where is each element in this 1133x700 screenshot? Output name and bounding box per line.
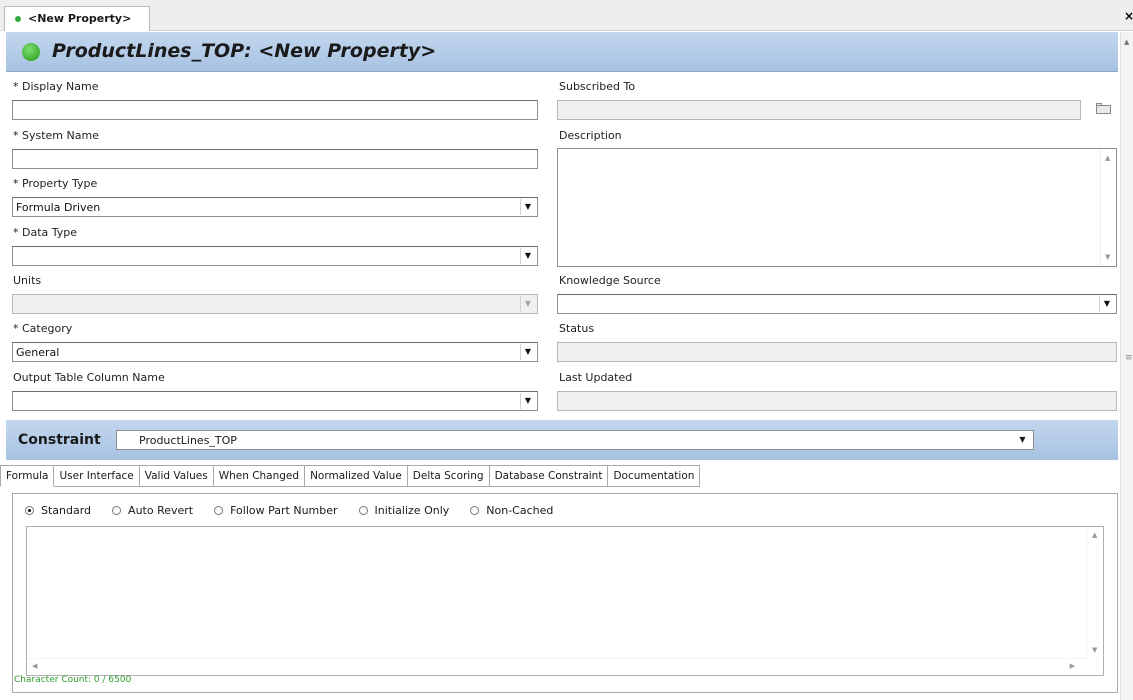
data-type-label: * Data Type <box>13 226 78 239</box>
data-type-dropdown[interactable]: ▼ <box>12 246 538 266</box>
formula-editor[interactable]: ▲ ▼ ◀ ▶ <box>26 526 1104 676</box>
subscribed-to-field <box>557 100 1081 120</box>
page-header: ProductLines_TOP: <New Property> <box>6 32 1118 72</box>
last-updated-field <box>557 391 1117 411</box>
constraint-dropdown[interactable]: ProductLines_TOP ▼ <box>116 430 1034 450</box>
radio-non-cached-label: Non-Cached <box>486 504 554 517</box>
property-type-value: Formula Driven <box>16 201 101 214</box>
formula-mode-group: Standard Auto Revert Follow Part Number … <box>25 504 574 517</box>
formula-panel: Standard Auto Revert Follow Part Number … <box>12 493 1118 693</box>
scroll-grip-icon[interactable]: ≡ <box>1125 354 1133 363</box>
radio-unselected-icon[interactable] <box>358 506 368 515</box>
status-indicator-icon <box>22 43 40 61</box>
property-tabs: Formula User Interface Valid Values When… <box>0 465 701 487</box>
radio-initialize-only[interactable]: Initialize Only <box>358 504 450 517</box>
tab-formula[interactable]: Formula <box>0 465 55 487</box>
scroll-right-icon[interactable]: ▶ <box>1070 662 1075 670</box>
page-scrollbar[interactable]: ▲ ≡ <box>1120 32 1133 700</box>
radio-standard-label: Standard <box>41 504 92 517</box>
scroll-down-icon[interactable]: ▼ <box>1092 646 1097 654</box>
radio-auto-revert[interactable]: Auto Revert <box>112 504 193 517</box>
description-label: Description <box>559 129 622 142</box>
status-field <box>557 342 1117 362</box>
tab-user-interface[interactable]: User Interface <box>54 465 140 487</box>
radio-non-cached[interactable]: Non-Cached <box>470 504 553 517</box>
subscribed-to-label: Subscribed To <box>559 80 636 93</box>
property-type-label: * Property Type <box>13 177 98 190</box>
tab-when-changed[interactable]: When Changed <box>213 465 306 487</box>
dropdown-arrow-icon[interactable]: ▼ <box>520 393 535 409</box>
description-scrollbar[interactable]: ▲ ▼ <box>1100 149 1116 266</box>
units-dropdown: ▼ <box>12 294 538 314</box>
output-table-column-name-dropdown[interactable]: ▼ <box>12 391 538 411</box>
display-name-label: * Display Name <box>13 80 99 93</box>
close-icon[interactable]: × <box>1124 9 1133 23</box>
system-name-label: * System Name <box>13 129 99 142</box>
knowledge-source-dropdown[interactable]: ▼ <box>557 294 1117 314</box>
units-label: Units <box>13 274 42 287</box>
document-tab-strip: <New Property> × <box>0 0 1133 31</box>
dropdown-arrow-icon: ▼ <box>520 296 535 312</box>
description-textarea[interactable]: ▲ ▼ <box>557 148 1117 267</box>
last-updated-label: Last Updated <box>559 371 633 384</box>
display-name-field[interactable] <box>12 100 538 120</box>
knowledge-source-label: Knowledge Source <box>559 274 661 287</box>
radio-unselected-icon[interactable] <box>112 506 122 515</box>
folder-icon[interactable] <box>1096 103 1111 114</box>
tab-normalized-value[interactable]: Normalized Value <box>305 465 408 487</box>
scroll-up-icon[interactable]: ▲ <box>1105 154 1110 162</box>
output-table-column-name-label: Output Table Column Name <box>13 371 165 384</box>
constraint-value: ProductLines_TOP <box>139 434 237 447</box>
category-dropdown[interactable]: General ▼ <box>12 342 538 362</box>
radio-unselected-icon[interactable] <box>470 506 480 515</box>
radio-initialize-only-label: Initialize Only <box>374 504 450 517</box>
radio-follow-part-number[interactable]: Follow Part Number <box>214 504 338 517</box>
editor-horizontal-scrollbar[interactable]: ◀ ▶ <box>27 658 1087 675</box>
radio-follow-part-number-label: Follow Part Number <box>230 504 338 517</box>
system-name-field[interactable] <box>12 149 538 169</box>
scroll-up-icon[interactable]: ▲ <box>1124 38 1129 46</box>
constraint-bar: Constraint ProductLines_TOP ▼ <box>6 420 1118 460</box>
property-type-dropdown[interactable]: Formula Driven ▼ <box>12 197 538 217</box>
scroll-left-icon[interactable]: ◀ <box>32 662 37 670</box>
dropdown-arrow-icon[interactable]: ▼ <box>1015 432 1030 448</box>
radio-auto-revert-label: Auto Revert <box>128 504 194 517</box>
dropdown-arrow-icon[interactable]: ▼ <box>520 344 535 360</box>
category-value: General <box>16 346 60 359</box>
dropdown-arrow-icon[interactable]: ▼ <box>520 248 535 264</box>
constraint-label: Constraint <box>18 432 101 448</box>
tab-valid-values[interactable]: Valid Values <box>139 465 214 487</box>
status-label: Status <box>559 322 595 335</box>
category-label: * Category <box>13 322 73 335</box>
radio-unselected-icon[interactable] <box>214 506 224 515</box>
dropdown-arrow-icon[interactable]: ▼ <box>1099 296 1114 312</box>
tab-documentation[interactable]: Documentation <box>608 465 701 487</box>
dropdown-arrow-icon[interactable]: ▼ <box>520 199 535 215</box>
document-tab[interactable]: <New Property> <box>4 6 150 31</box>
tab-database-constraint[interactable]: Database Constraint <box>489 465 609 487</box>
radio-standard[interactable]: Standard <box>25 504 91 517</box>
radio-selected-icon[interactable] <box>25 506 34 515</box>
document-tab-label: <New Property> <box>28 12 132 25</box>
tab-delta-scoring[interactable]: Delta Scoring <box>407 465 490 487</box>
page-title: ProductLines_TOP: <New Property> <box>52 40 437 62</box>
scroll-down-icon[interactable]: ▼ <box>1105 253 1110 261</box>
status-dot-icon <box>15 16 21 22</box>
editor-vertical-scrollbar[interactable]: ▲ ▼ <box>1086 527 1103 658</box>
scroll-up-icon[interactable]: ▲ <box>1092 531 1097 539</box>
character-count: Character Count: 0 / 6500 <box>14 675 132 685</box>
